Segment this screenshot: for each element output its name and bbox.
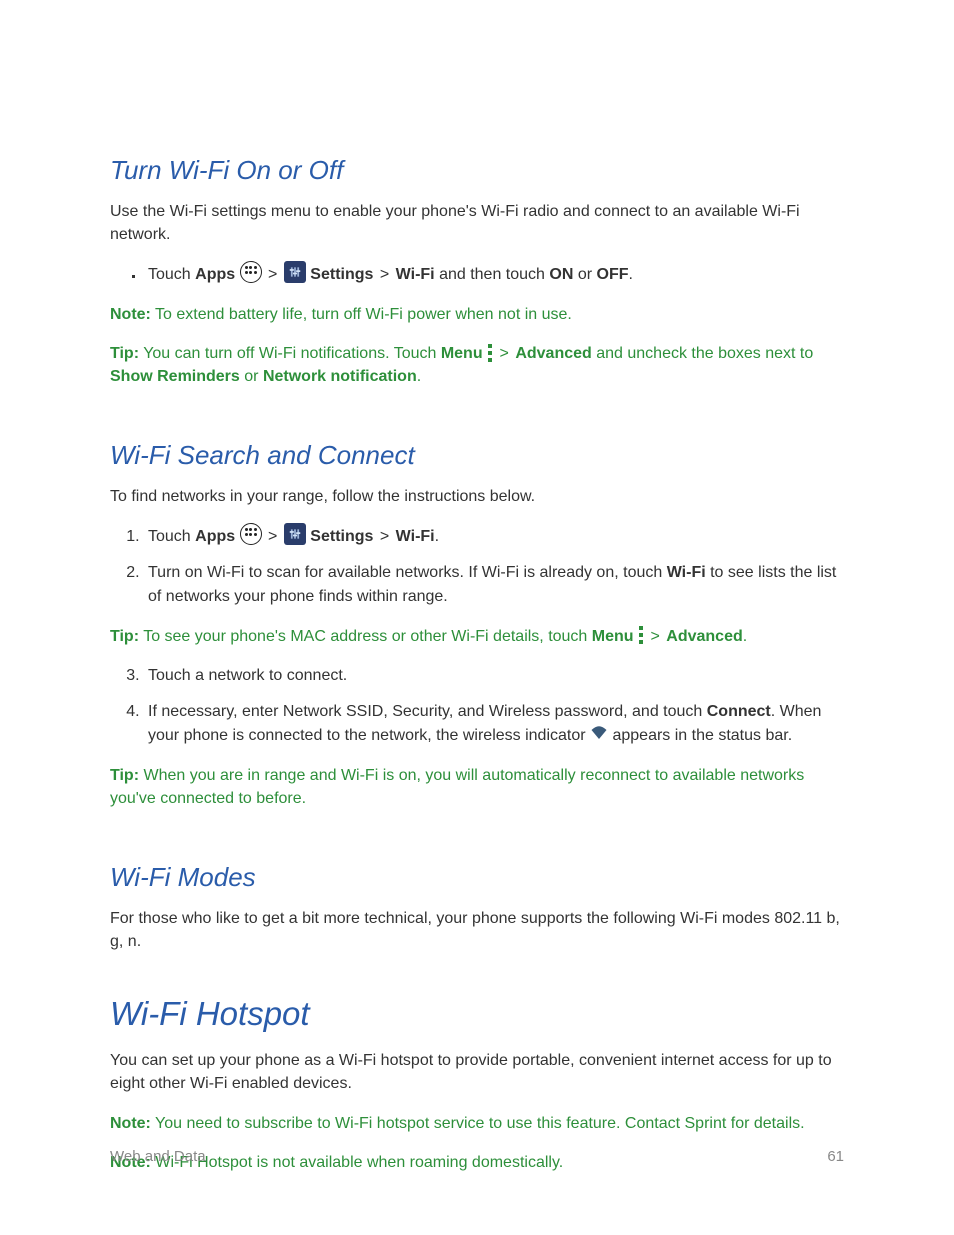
label-wifi: Wi-Fi: [396, 528, 435, 545]
text: .: [629, 266, 633, 283]
note: Note: You need to subscribe to Wi-Fi hot…: [110, 1112, 844, 1135]
label-network-notification: Network notification: [263, 368, 417, 385]
menu-icon: [638, 626, 644, 644]
tip-text: or: [240, 368, 263, 385]
chevron-right-icon: >: [378, 528, 391, 545]
text: .: [435, 528, 439, 545]
bullet-list: Touch Apps > Settings > Wi-Fi and then t…: [110, 263, 844, 287]
note: Note: To extend battery life, turn off W…: [110, 303, 844, 326]
tip-label: Tip:: [110, 767, 139, 784]
label-wifi: Wi-Fi: [396, 266, 435, 283]
label-off: OFF: [597, 266, 629, 283]
wifi-indicator-icon: [590, 726, 608, 740]
tip-text: To see your phone's MAC address or other…: [139, 628, 592, 645]
text: and then touch: [435, 266, 550, 283]
note-label: Note:: [110, 306, 151, 323]
document-page: Turn Wi-Fi On or Off Use the Wi-Fi setti…: [0, 0, 954, 1235]
paragraph: Use the Wi-Fi settings menu to enable yo…: [110, 200, 844, 246]
note-text: You need to subscribe to Wi-Fi hotspot s…: [151, 1115, 805, 1132]
footer-page-number: 61: [827, 1148, 844, 1165]
tip-text: .: [417, 368, 421, 385]
text: or: [573, 266, 596, 283]
label-on: ON: [549, 266, 573, 283]
text: Touch: [148, 528, 195, 545]
ordered-list: Touch Apps > Settings > Wi-Fi. Turn on W…: [110, 525, 844, 609]
label-settings: Settings: [310, 528, 373, 545]
tip-text: and uncheck the boxes next to: [592, 345, 813, 362]
paragraph: For those who like to get a bit more tec…: [110, 907, 844, 953]
label-settings: Settings: [310, 266, 373, 283]
heading-turn-wifi: Turn Wi-Fi On or Off: [110, 155, 844, 186]
list-item: Touch a network to connect.: [144, 664, 844, 688]
tip: Tip: To see your phone's MAC address or …: [110, 625, 844, 648]
settings-icon: [284, 523, 306, 545]
note-text: To extend battery life, turn off Wi-Fi p…: [151, 306, 572, 323]
chevron-right-icon: >: [378, 266, 391, 283]
label-menu: Menu: [441, 345, 483, 362]
page-footer: Web and Data 61: [110, 1148, 844, 1165]
text: Touch: [148, 266, 195, 283]
apps-icon: [240, 523, 262, 545]
tip-text: .: [743, 628, 747, 645]
label-apps: Apps: [195, 266, 235, 283]
label-advanced: Advanced: [515, 345, 591, 362]
label-wifi: Wi-Fi: [667, 564, 706, 581]
tip-label: Tip:: [110, 628, 139, 645]
paragraph: To find networks in your range, follow t…: [110, 485, 844, 508]
list-item: Touch Apps > Settings > Wi-Fi.: [144, 525, 844, 549]
text: Turn on Wi-Fi to scan for available netw…: [148, 564, 667, 581]
text: If necessary, enter Network SSID, Securi…: [148, 703, 707, 720]
tip-text: You can turn off Wi-Fi notifications. To…: [139, 345, 441, 362]
heading-wifi-hotspot: Wi-Fi Hotspot: [110, 994, 844, 1034]
chevron-right-icon: >: [648, 628, 661, 645]
note-label: Note:: [110, 1115, 151, 1132]
paragraph: You can set up your phone as a Wi-Fi hot…: [110, 1049, 844, 1095]
label-menu: Menu: [592, 628, 634, 645]
label-show-reminders: Show Reminders: [110, 368, 240, 385]
chevron-right-icon: >: [266, 266, 279, 283]
footer-section-title: Web and Data: [110, 1148, 206, 1165]
tip: Tip: You can turn off Wi-Fi notification…: [110, 342, 844, 388]
settings-icon: [284, 261, 306, 283]
ordered-list: Touch a network to connect. If necessary…: [110, 664, 844, 748]
text: appears in the status bar.: [608, 727, 792, 744]
tip-label: Tip:: [110, 345, 139, 362]
menu-icon: [487, 344, 493, 362]
heading-wifi-modes: Wi-Fi Modes: [110, 862, 844, 893]
tip-text: When you are in range and Wi-Fi is on, y…: [110, 767, 804, 807]
list-item: Touch Apps > Settings > Wi-Fi and then t…: [144, 263, 844, 287]
label-advanced: Advanced: [666, 628, 742, 645]
list-item: If necessary, enter Network SSID, Securi…: [144, 700, 844, 748]
label-apps: Apps: [195, 528, 235, 545]
apps-icon: [240, 261, 262, 283]
chevron-right-icon: >: [266, 528, 279, 545]
heading-search-connect: Wi-Fi Search and Connect: [110, 440, 844, 471]
list-item: Turn on Wi-Fi to scan for available netw…: [144, 561, 844, 609]
label-connect: Connect: [707, 703, 771, 720]
tip: Tip: When you are in range and Wi-Fi is …: [110, 764, 844, 810]
chevron-right-icon: >: [498, 345, 511, 362]
